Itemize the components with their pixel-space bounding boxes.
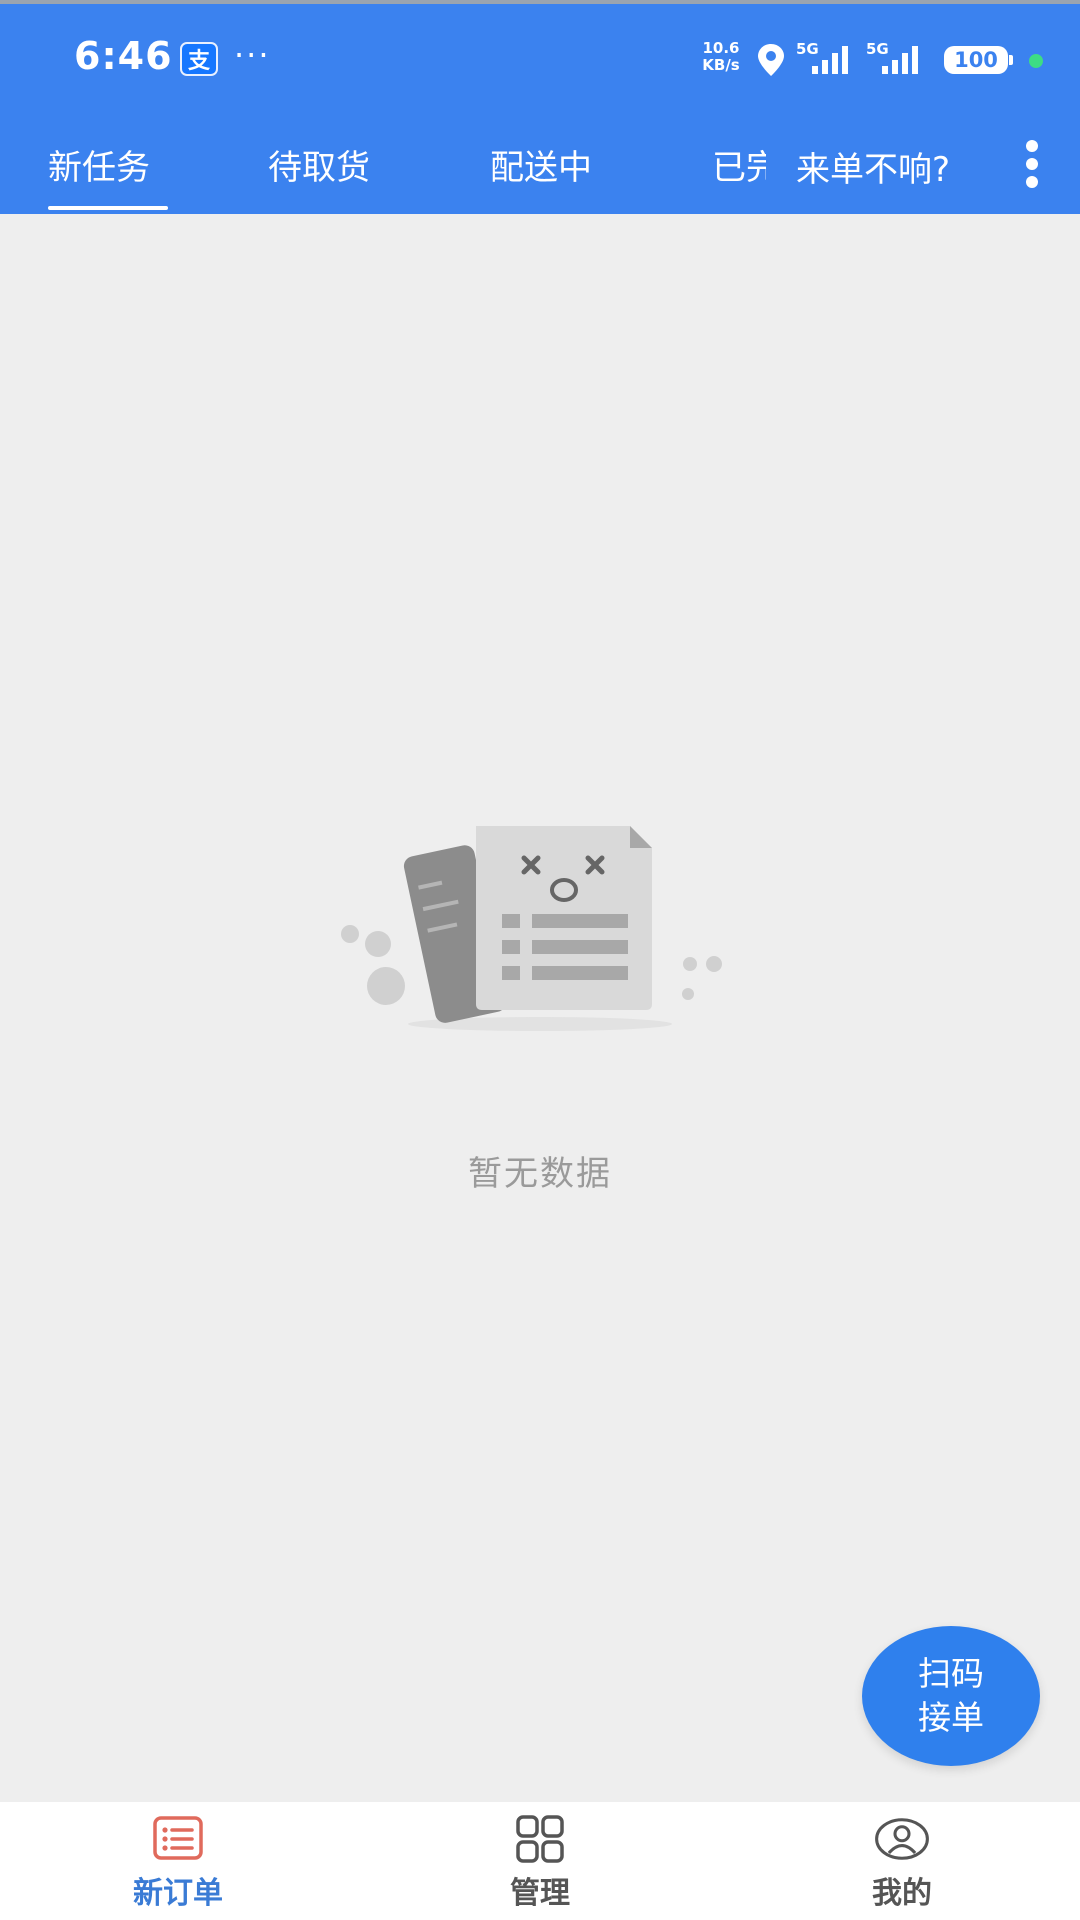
tab-completed[interactable]: 已完成: [712, 140, 766, 189]
battery-indicator: 100: [944, 46, 1013, 74]
tab-delivering[interactable]: 配送中: [490, 140, 592, 189]
tab-awaiting-pickup[interactable]: 待取货: [268, 140, 370, 189]
scan-accept-order-button[interactable]: 扫码 接单: [862, 1626, 1040, 1766]
active-tab-indicator: [48, 206, 168, 210]
app-header: 6:46 支 ··· 10.6 KB/s 5G 5G 100 新任务 待取货 配…: [0, 0, 1080, 214]
clock: 6:46: [74, 34, 173, 78]
alipay-icon: 支: [180, 42, 218, 76]
nav-new-orders-label: 新订单: [133, 1876, 223, 1911]
nav-manage[interactable]: 管理: [440, 1814, 640, 1912]
nav-new-orders[interactable]: 新订单: [78, 1814, 278, 1912]
signal-bars-icon: [812, 46, 848, 74]
signal-strength-1: 5G: [796, 40, 858, 76]
empty-state-illustration: [341, 826, 722, 1031]
scan-button-label-line1: 扫码: [918, 1654, 984, 1693]
nav-profile[interactable]: 我的: [802, 1814, 1002, 1912]
no-ring-help-link[interactable]: 来单不响?: [796, 142, 951, 191]
tab-new-tasks[interactable]: 新任务: [48, 140, 150, 189]
scan-button-label-line2: 接单: [918, 1698, 984, 1737]
network-speed-value: 10.6: [702, 39, 740, 57]
nav-manage-label: 管理: [510, 1876, 570, 1911]
signal-strength-2: 5G: [866, 40, 928, 76]
empty-state-message: 暂无数据: [468, 1154, 612, 1194]
grid-icon: [516, 1815, 564, 1863]
bottom-navigation: 新订单 管理 我的: [0, 1802, 1080, 1920]
user-icon: [875, 1818, 929, 1860]
order-tabs: 新任务 待取货 配送中 已完成 来单不响?: [0, 114, 1080, 218]
signal-bars-icon: [882, 46, 918, 74]
more-notifications-icon: ···: [234, 36, 271, 74]
network-speed: 10.6 KB/s: [696, 40, 746, 74]
order-list-icon: [153, 1816, 203, 1860]
privacy-indicator-dot: [1029, 54, 1043, 68]
location-icon: [758, 44, 784, 76]
status-bar: 6:46 支 ··· 10.6 KB/s 5G 5G 100: [0, 4, 1080, 114]
more-options-icon[interactable]: [1020, 140, 1044, 192]
network-speed-unit: KB/s: [702, 56, 740, 74]
nav-profile-label: 我的: [872, 1876, 932, 1911]
